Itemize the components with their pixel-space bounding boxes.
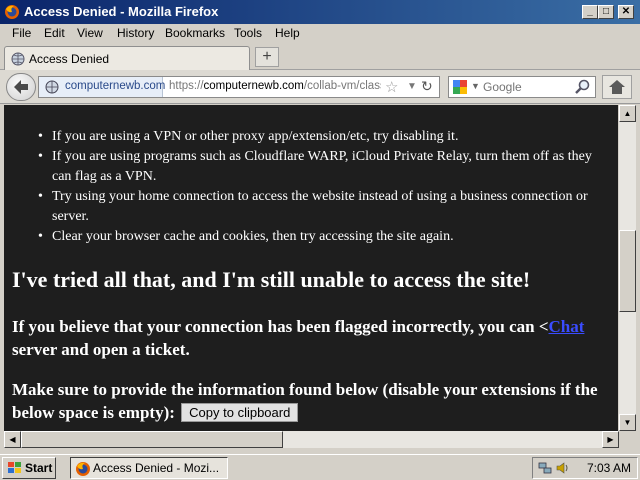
window-title: Access Denied - Mozilla Firefox [24, 4, 219, 19]
url-bar[interactable]: computernewb.com https://computernewb.co… [38, 76, 440, 98]
search-input[interactable] [483, 79, 571, 95]
chat-link[interactable]: Chat [549, 317, 585, 336]
tab-access-denied[interactable]: Access Denied [4, 46, 250, 70]
menu-history[interactable]: History [117, 26, 154, 40]
url-text[interactable]: https://computernewb.com/collab-vm/class… [169, 80, 381, 92]
engine-dropdown-icon[interactable]: ▼ [471, 81, 480, 91]
menu-file[interactable]: File [12, 26, 31, 40]
minimize-button[interactable]: _ [582, 5, 598, 19]
firefox-icon [76, 462, 90, 476]
start-button[interactable]: Start [2, 457, 56, 479]
globe-icon [11, 52, 25, 66]
tab-label: Access Denied [29, 52, 110, 66]
magnifier-icon[interactable] [573, 78, 591, 96]
flagged-paragraph: If you believe that your connection has … [12, 315, 616, 361]
link-prefix: < [538, 317, 549, 336]
section-heading: I've tried all that, and I'm still unabl… [12, 267, 531, 292]
system-tray: 7:03 AM [532, 457, 638, 479]
url-path: /collab-vm/classi [303, 80, 381, 92]
menu-edit[interactable]: Edit [44, 26, 65, 40]
reload-icon[interactable]: ↻ [421, 78, 433, 95]
new-tab-button[interactable]: + [255, 47, 279, 67]
maximize-button[interactable]: □ [598, 5, 614, 19]
horizontal-scroll-thumb[interactable] [21, 431, 283, 448]
flagged-text: If you believe that your connection has … [12, 317, 535, 336]
window-titlebar[interactable]: Access Denied - Mozilla Firefox _ □ ✕ [0, 0, 640, 24]
menu-help[interactable]: Help [275, 26, 300, 40]
scroll-left-button[interactable]: ◀ [4, 431, 21, 448]
scroll-up-button[interactable]: ▲ [619, 105, 636, 122]
taskbar-task-label: Access Denied - Mozi... [93, 461, 220, 475]
close-button[interactable]: ✕ [618, 5, 634, 19]
horizontal-scrollbar[interactable]: ◀ ▶ [4, 431, 619, 448]
list-item: If you are using programs such as Cloudf… [4, 147, 616, 187]
identity-domain: computernewb.com [65, 80, 166, 92]
scroll-down-button[interactable]: ▼ [619, 414, 636, 431]
back-button[interactable] [6, 73, 36, 101]
taskbar: Start Access Denied - Mozi... 7:03 AM [0, 454, 640, 480]
volume-icon[interactable] [555, 461, 571, 475]
home-icon [609, 80, 625, 94]
url-host: computernewb.com [203, 80, 304, 92]
url-dropdown-icon[interactable]: ▼ [407, 81, 417, 92]
star-icon[interactable]: ☆ [385, 78, 398, 96]
google-icon [453, 80, 467, 94]
menu-view[interactable]: View [77, 26, 103, 40]
firefox-icon [5, 5, 19, 19]
home-button[interactable] [602, 75, 632, 99]
vertical-scrollbar[interactable]: ▲ ▼ [619, 105, 636, 431]
globe-icon [45, 80, 59, 94]
scroll-right-button[interactable]: ▶ [602, 431, 619, 448]
menu-bookmarks[interactable]: Bookmarks [165, 26, 225, 40]
copy-to-clipboard-button[interactable]: Copy to clipboard [181, 403, 299, 422]
navigation-toolbar: computernewb.com https://computernewb.co… [0, 70, 640, 104]
vertical-scroll-thumb[interactable] [619, 230, 636, 312]
info-paragraph: Make sure to provide the information fou… [12, 378, 616, 424]
menu-tools[interactable]: Tools [234, 26, 262, 40]
menu-bar: File Edit View History Bookmarks Tools H… [0, 24, 640, 44]
list-item: Clear your browser cache and cookies, th… [4, 227, 616, 247]
list-item: If you are using a VPN or other proxy ap… [4, 127, 616, 147]
site-identity-button[interactable]: computernewb.com [39, 77, 166, 97]
search-bar[interactable]: ▼ [448, 76, 596, 98]
flagged-suffix: server and open a ticket. [12, 340, 190, 359]
info-text: Make sure to provide the information fou… [12, 380, 598, 422]
tab-strip: Access Denied + [0, 44, 640, 70]
tips-list: If you are using a VPN or other proxy ap… [4, 127, 616, 247]
taskbar-firefox-button[interactable]: Access Denied - Mozi... [70, 457, 228, 479]
list-item: Try using your home connection to access… [4, 187, 616, 227]
url-prefix: https:// [169, 80, 204, 92]
start-label: Start [25, 461, 53, 475]
back-arrow-icon [14, 80, 28, 94]
clock: 7:03 AM [587, 461, 632, 475]
page-content: If you are using a VPN or other proxy ap… [4, 105, 618, 431]
network-icon[interactable] [537, 461, 553, 475]
windows-flag-icon [8, 462, 21, 473]
